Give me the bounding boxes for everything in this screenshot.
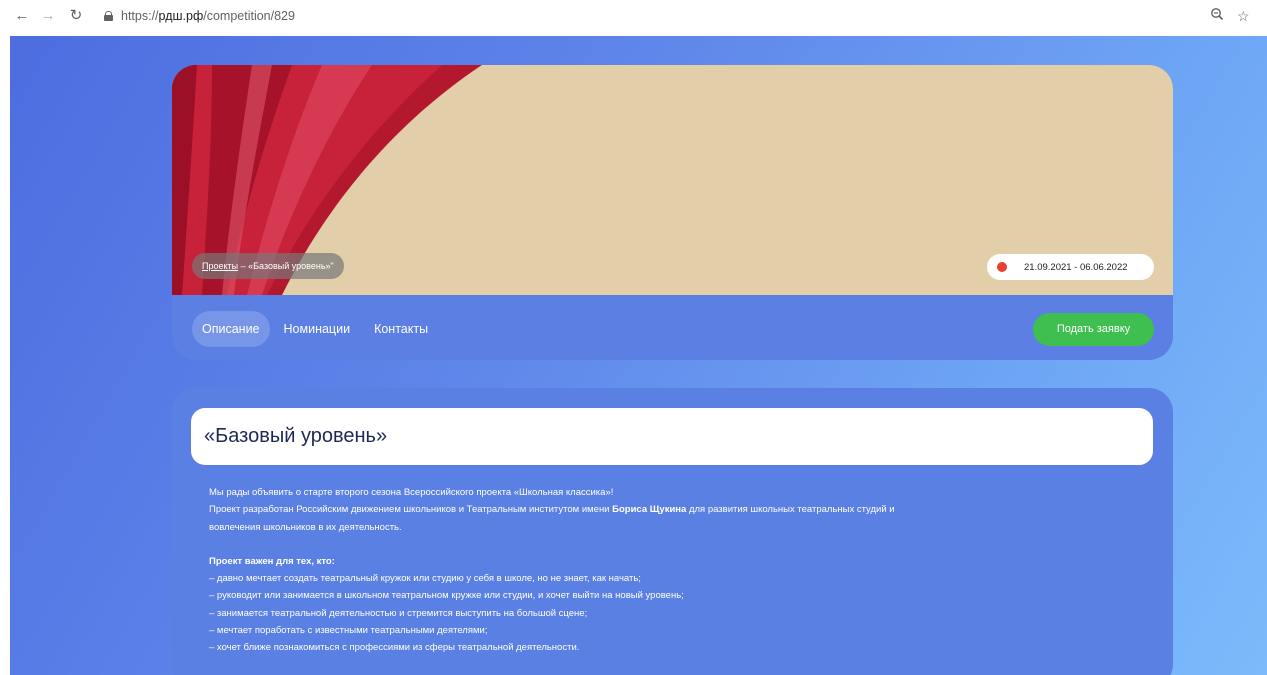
page-title: «Базовый уровень» [204, 425, 388, 447]
audience-heading: Проект важен для тех, кто: [209, 555, 335, 567]
arrow-right-icon[interactable]: → [38, 6, 58, 26]
description-card: «Базовый уровень» Мы рады объявить о ста… [172, 388, 1173, 675]
arrow-left-icon[interactable]: ← [12, 6, 32, 26]
intro-line: Мы рады объявить о старте второго сезона… [209, 487, 614, 498]
bookmark-star-icon[interactable]: ☆ [1237, 6, 1250, 26]
audience-item: – хочет ближе познакомиться с профессиям… [209, 642, 580, 654]
tab-nominations[interactable]: Номинации [274, 311, 361, 347]
browser-toolbar: ← → ↻ https://рдш.рф/competition/829 ☆ [0, 0, 1267, 36]
audience-item: – мечтает поработать с известными театра… [209, 625, 488, 637]
breadcrumb: Проекты – «Базовый уровень»" [192, 253, 344, 279]
audience-item: – руководит или занимается в школьном те… [209, 590, 684, 602]
title-box: «Базовый уровень» [191, 408, 1153, 465]
date-range-badge: 21.09.2021 - 06.06.2022 [987, 254, 1154, 280]
tab-description[interactable]: Описание [192, 311, 270, 347]
reload-icon[interactable]: ↻ [66, 6, 86, 26]
date-range-text: 21.09.2021 - 06.06.2022 [1024, 261, 1128, 273]
breadcrumb-projects-link[interactable]: Проекты [202, 261, 238, 271]
apply-button[interactable]: Подать заявку [1033, 313, 1154, 346]
project-header-card: Проекты – «Базовый уровень»" 21.09.2021 … [172, 65, 1173, 360]
address-bar[interactable]: https://рдш.рф/competition/829 [98, 4, 1198, 28]
audience-item: – занимается театральной деятельностью и… [209, 607, 588, 619]
lock-icon [104, 11, 113, 21]
zoom-icon[interactable] [1210, 6, 1224, 26]
project-tabs: Описание Номинации Контакты [192, 311, 442, 347]
url-text[interactable]: https://рдш.рф/competition/829 [121, 9, 295, 23]
page-background: Проекты – «Базовый уровень»" 21.09.2021 … [10, 36, 1267, 675]
status-dot-icon [997, 262, 1007, 272]
description-text: Мы рады объявить о старте второго сезона… [209, 484, 1139, 657]
intro-line: вовлечения школьников в их деятельность. [209, 521, 402, 533]
highlight-name: Бориса Щукина [612, 504, 687, 516]
audience-item: – давно мечтает создать театральный круж… [209, 573, 641, 585]
tab-contacts[interactable]: Контакты [364, 311, 438, 347]
project-banner: Проекты – «Базовый уровень»" 21.09.2021 … [172, 65, 1173, 295]
intro-line: Проект разработан Российским движением ш… [209, 504, 895, 516]
breadcrumb-current: – «Базовый уровень»" [238, 261, 334, 271]
